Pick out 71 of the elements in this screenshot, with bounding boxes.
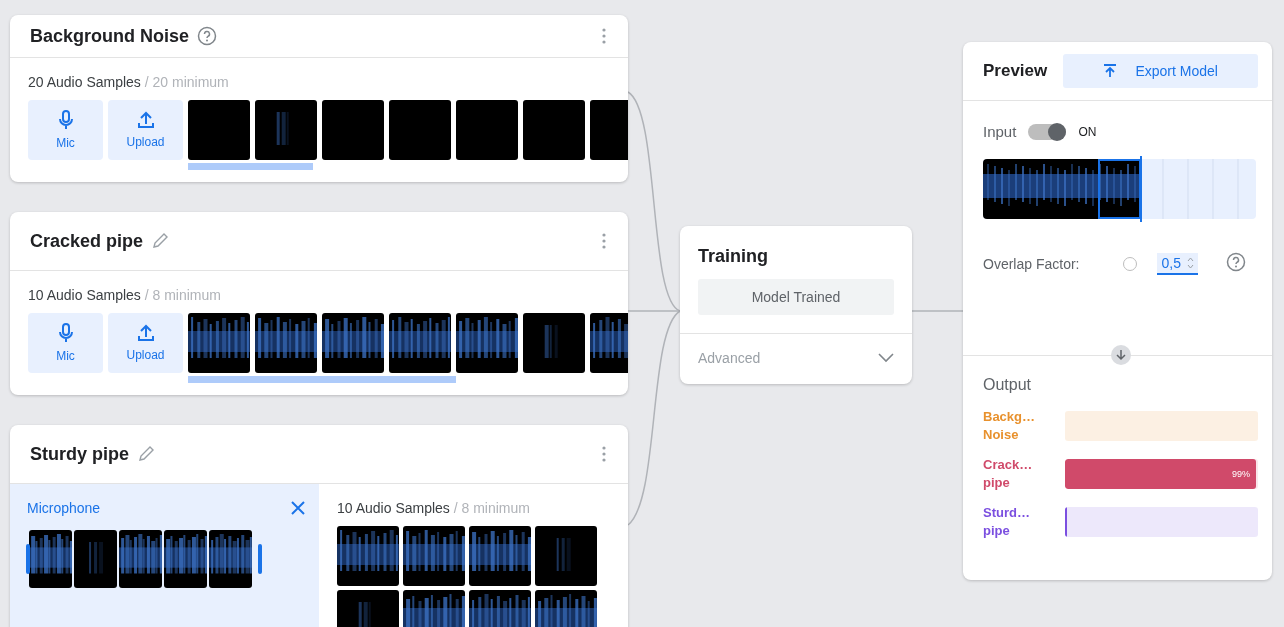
- scroll-bar[interactable]: [188, 376, 456, 383]
- mic-button[interactable]: Mic: [28, 313, 103, 373]
- spectrogram: [456, 313, 518, 373]
- spectrogram: [523, 313, 585, 373]
- upload-icon: [1103, 64, 1118, 78]
- trim-handle[interactable]: [258, 544, 262, 574]
- overlap-field[interactable]: 0,5: [1157, 252, 1198, 275]
- export-button[interactable]: Export Model: [1063, 54, 1258, 88]
- upload-button[interactable]: Upload: [108, 100, 183, 160]
- class-title: Cracked pipe: [30, 230, 144, 252]
- upload-button[interactable]: Upload: [108, 313, 183, 373]
- class-label: Backg… Noise: [983, 408, 1037, 444]
- more-icon[interactable]: [602, 233, 606, 249]
- sample-count: 10 Audio Samples: [337, 500, 450, 516]
- help-icon[interactable]: [197, 26, 218, 46]
- toggle-state: ON: [1078, 124, 1097, 139]
- mic-button[interactable]: Mic: [28, 100, 103, 160]
- close-icon[interactable]: [291, 501, 305, 515]
- spectrogram: [469, 526, 531, 586]
- minimum-count: / 20 minimum: [144, 74, 229, 90]
- spectrogram: [188, 100, 250, 160]
- help-icon[interactable]: [1225, 252, 1246, 272]
- spectrogram: [523, 100, 585, 160]
- more-icon[interactable]: [602, 28, 606, 44]
- scroll-bar[interactable]: [188, 163, 313, 170]
- spectrogram: [535, 526, 597, 586]
- spectrogram: [389, 313, 451, 373]
- upload-icon: [136, 324, 155, 342]
- spectrogram: [255, 100, 317, 160]
- spectrogram: [322, 100, 384, 160]
- trim-handle[interactable]: [26, 544, 30, 574]
- minimum-count: / 8 minimum: [453, 500, 530, 516]
- output-title: Output: [983, 376, 1033, 394]
- class-label: Sturd… pipe: [983, 504, 1031, 540]
- confidence-reading: 99%: [1232, 469, 1252, 479]
- class-title: Background Noise: [30, 25, 190, 47]
- spectrogram: [209, 530, 252, 588]
- spectrogram: [389, 100, 451, 160]
- sample-count: 10 Audio Samples: [28, 287, 141, 303]
- upload-icon: [136, 111, 155, 129]
- spectrogram: [456, 100, 518, 160]
- chevron-icon: [878, 353, 894, 363]
- more-icon[interactable]: [602, 446, 606, 462]
- connector-line: [911, 310, 964, 312]
- spinner-icon: [1186, 256, 1194, 269]
- pencil-icon[interactable]: [137, 445, 155, 463]
- minimum-count: / 8 minimum: [144, 287, 221, 303]
- spectrogram: [403, 526, 465, 586]
- spectrogram: [164, 530, 207, 588]
- spectrogram: [188, 313, 250, 373]
- advanced-toggle[interactable]: Advanced: [680, 333, 912, 384]
- radio-button[interactable]: [1123, 256, 1138, 271]
- spectrogram: [337, 526, 399, 586]
- sample-count: 20 Audio Samples: [28, 74, 141, 90]
- input-label: Input: [983, 123, 1017, 140]
- recorder-title: Microphone: [27, 500, 101, 516]
- overlap-label: Overlap Factor:: [983, 255, 1080, 272]
- spectrogram: [29, 530, 72, 588]
- train-button[interactable]: Model Trained: [698, 279, 894, 315]
- spectrogram: [119, 530, 162, 588]
- spectrogram: [74, 530, 117, 588]
- training-title: Training: [697, 245, 769, 268]
- class-label: Crack… pipe: [983, 456, 1034, 492]
- input-toggle[interactable]: [1028, 123, 1067, 140]
- spectrogram: [255, 313, 317, 373]
- pencil-icon[interactable]: [151, 232, 170, 250]
- class-title: Sturdy pipe: [30, 443, 129, 465]
- spectrogram: [322, 313, 384, 373]
- microphone-icon: [57, 110, 74, 130]
- preview-title: Preview: [983, 61, 1048, 81]
- microphone-icon: [57, 323, 74, 343]
